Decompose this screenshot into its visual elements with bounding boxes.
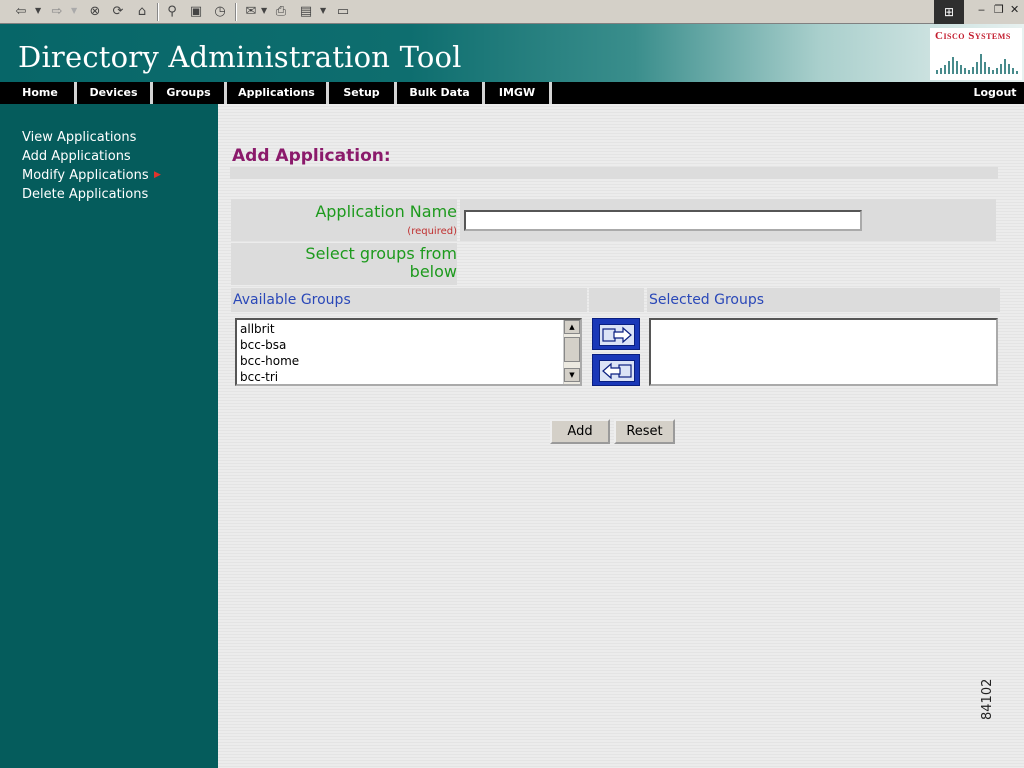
move-left-icon: [599, 360, 635, 382]
selected-groups-header: Selected Groups: [647, 288, 1000, 312]
submenu-arrow-icon: ▶: [154, 170, 161, 180]
scroll-down-icon[interactable]: ▼: [564, 368, 580, 382]
app-banner: Directory Administration Tool Cisco Syst…: [0, 24, 1024, 82]
forward-icon[interactable]: ⇨: [48, 3, 66, 21]
sidebar-item-add-applications[interactable]: Add Applications: [22, 149, 131, 164]
window-controls: ⊞ ‒ ❐ ✕: [934, 0, 1024, 24]
reset-button[interactable]: Reset: [614, 419, 675, 444]
title-divider: [230, 167, 998, 179]
nav-devices[interactable]: Devices: [77, 82, 150, 104]
edit-icon[interactable]: ▤: [297, 3, 315, 21]
print-icon[interactable]: ⎙: [272, 3, 290, 21]
list-item[interactable]: bcc-home: [240, 354, 299, 368]
sidebar: View Applications Add Applications Modif…: [0, 104, 218, 768]
back-icon[interactable]: ⇦: [12, 3, 30, 21]
nav-imgw[interactable]: IMGW: [485, 82, 549, 104]
available-groups-header: Available Groups: [231, 288, 587, 312]
cisco-bars-icon: [936, 54, 1018, 74]
nav-applications[interactable]: Applications: [227, 82, 326, 104]
sidebar-item-view-applications[interactable]: View Applications: [22, 130, 136, 145]
scroll-up-icon[interactable]: ▲: [564, 320, 580, 334]
refresh-icon[interactable]: ⟳: [109, 3, 127, 21]
add-button[interactable]: Add: [550, 419, 610, 444]
history-icon[interactable]: ◷: [211, 3, 229, 21]
main-content: Add Application: Application Name (requi…: [218, 104, 1024, 768]
restore-icon[interactable]: ❐: [994, 3, 1004, 16]
scroll-thumb[interactable]: [564, 337, 580, 362]
search-icon[interactable]: ⚲: [163, 3, 181, 21]
selected-groups-list[interactable]: [649, 318, 998, 386]
application-name-input[interactable]: [464, 210, 862, 231]
add-to-selected-button[interactable]: [592, 318, 640, 350]
windows-logo-icon: ⊞: [934, 0, 964, 24]
discuss-icon[interactable]: ▭: [334, 3, 352, 21]
forward-dropdown-icon[interactable]: ▼: [71, 6, 77, 15]
figure-id: 84102: [980, 678, 995, 720]
select-groups-label: Select groups from below: [305, 244, 457, 281]
cisco-logo-text: Cisco Systems: [935, 30, 1011, 42]
edit-dropdown-icon[interactable]: ▼: [320, 6, 326, 15]
list-item[interactable]: allbrit: [240, 322, 275, 336]
favorites-icon[interactable]: ▣: [187, 3, 205, 21]
available-groups-list[interactable]: allbrit bcc-bsa bcc-home bcc-tri ▲ ▼: [235, 318, 582, 386]
remove-from-selected-button[interactable]: [592, 354, 640, 386]
app-title: Directory Administration Tool: [18, 40, 462, 74]
stop-icon[interactable]: ⊗: [86, 3, 104, 21]
mail-icon[interactable]: ✉: [242, 3, 260, 21]
nav-home[interactable]: Home: [6, 82, 74, 104]
back-dropdown-icon[interactable]: ▼: [35, 6, 41, 15]
browser-toolbar: ⇦ ▼ ⇨ ▼ ⊗ ⟳ ⌂ ⚲ ▣ ◷ ✉ ▼ ⎙ ▤ ▼ ▭ ⊞ ‒ ❐ ✕: [0, 0, 1024, 24]
sidebar-item-delete-applications[interactable]: Delete Applications: [22, 187, 148, 202]
nav-groups[interactable]: Groups: [153, 82, 224, 104]
minimize-icon[interactable]: ‒: [978, 3, 985, 16]
sidebar-item-modify-applications[interactable]: Modify Applications: [22, 168, 149, 183]
nav-setup[interactable]: Setup: [329, 82, 394, 104]
nav-logout[interactable]: Logout: [966, 82, 1024, 104]
nav-bulk-data[interactable]: Bulk Data: [397, 82, 482, 104]
close-icon[interactable]: ✕: [1010, 3, 1019, 16]
app-name-label: Application Name: [315, 202, 457, 221]
mail-dropdown-icon[interactable]: ▼: [261, 6, 267, 15]
home-icon[interactable]: ⌂: [133, 3, 151, 21]
list-item[interactable]: bcc-tri: [240, 370, 278, 384]
list-item[interactable]: bcc-bsa: [240, 338, 286, 352]
main-nav: Home Devices Groups Applications Setup B…: [0, 82, 1024, 104]
available-groups-scrollbar[interactable]: ▲ ▼: [563, 320, 580, 384]
page-title: Add Application:: [232, 146, 391, 166]
move-buttons-header: [589, 288, 644, 312]
cisco-logo: Cisco Systems: [930, 28, 1022, 80]
move-right-icon: [599, 324, 635, 346]
required-note: (required): [407, 226, 457, 237]
